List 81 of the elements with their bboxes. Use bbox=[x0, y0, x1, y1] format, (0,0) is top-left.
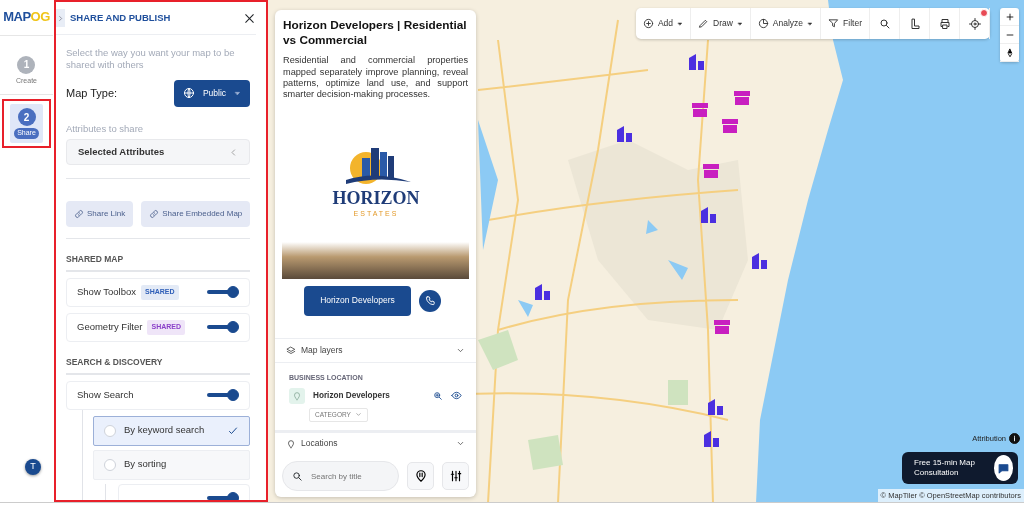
ruler-icon bbox=[908, 17, 921, 30]
attributes-label: Attributes to share bbox=[66, 122, 145, 136]
panel-title: SHARE AND PUBLISH bbox=[70, 10, 172, 25]
pencil-icon bbox=[698, 18, 709, 29]
store-marker[interactable] bbox=[714, 320, 730, 334]
share-button[interactable]: Share Embedded Map bbox=[141, 201, 251, 228]
pie-chart-icon bbox=[757, 18, 769, 29]
toggle-switch[interactable] bbox=[207, 286, 239, 299]
link-icon bbox=[149, 209, 160, 220]
toolbar-button[interactable]: Add bbox=[635, 8, 691, 39]
share-button[interactable]: Share Link bbox=[66, 201, 134, 228]
toggle-switch[interactable] bbox=[207, 389, 239, 402]
building-marker[interactable] bbox=[689, 54, 704, 70]
story-description: Residential and commercial properties mapped separately improve planning, reveal patterns, optimize land use, and support smarter decision-making processes. bbox=[283, 55, 468, 100]
building-marker[interactable] bbox=[617, 126, 632, 142]
sort-button[interactable] bbox=[407, 462, 434, 490]
pin-sort-icon bbox=[413, 469, 428, 483]
toolbar-button[interactable]: Draw bbox=[691, 8, 751, 39]
section-heading: SEARCH & DISCOVERY bbox=[66, 355, 250, 375]
zoom-in-icon bbox=[1004, 11, 1015, 22]
building-marker[interactable] bbox=[752, 253, 767, 269]
link-icon bbox=[74, 209, 84, 220]
call-button[interactable] bbox=[419, 289, 441, 312]
store-marker[interactable] bbox=[692, 103, 708, 117]
building-marker[interactable] bbox=[708, 399, 723, 415]
check-icon bbox=[227, 424, 239, 437]
store-marker[interactable] bbox=[703, 164, 719, 178]
logo-name: HORIZON bbox=[332, 187, 419, 208]
building-marker[interactable] bbox=[701, 207, 716, 223]
info-icon[interactable] bbox=[1009, 433, 1020, 445]
section-heading: SHARED MAP bbox=[66, 253, 250, 272]
consultation-text: Free 15-min Map Consultation bbox=[914, 458, 976, 478]
consultation-chip[interactable]: Free 15-min Map Consultation bbox=[902, 452, 1018, 484]
setting-label: Show Search bbox=[77, 387, 134, 402]
caret-icon bbox=[234, 89, 242, 97]
map-type-label: Map Type: bbox=[66, 85, 118, 101]
zoom-to-icon[interactable] bbox=[433, 390, 443, 401]
search-field[interactable]: Search by title bbox=[282, 461, 399, 491]
pin-icon bbox=[286, 438, 296, 449]
locate-icon bbox=[968, 17, 981, 30]
caret-icon bbox=[807, 20, 814, 27]
caret-icon bbox=[677, 20, 683, 27]
toggle-switch[interactable] bbox=[207, 321, 239, 334]
toolbar-button[interactable]: Filter bbox=[821, 8, 870, 39]
close-icon[interactable] bbox=[243, 11, 256, 25]
eye-icon[interactable] bbox=[451, 390, 462, 402]
search-option[interactable]: By keyword search bbox=[93, 415, 250, 446]
store-marker[interactable] bbox=[722, 119, 738, 133]
search-icon bbox=[292, 471, 303, 482]
search-icon bbox=[878, 17, 891, 30]
globe-icon bbox=[182, 87, 195, 100]
filter-settings-button[interactable] bbox=[442, 462, 469, 490]
chevron-down-icon bbox=[354, 411, 362, 419]
app-logo: MAPOG bbox=[3, 8, 50, 26]
chevron-left-icon bbox=[229, 147, 238, 157]
user-avatar[interactable]: T bbox=[25, 459, 41, 475]
building-marker[interactable] bbox=[535, 284, 550, 300]
developer-button[interactable]: Horizon Developers bbox=[304, 285, 411, 316]
building-marker[interactable] bbox=[704, 431, 719, 447]
intro-text: Select the way you want your map to be shared with others bbox=[66, 47, 236, 72]
print-icon bbox=[938, 17, 951, 30]
phone-icon bbox=[424, 295, 436, 307]
store-marker[interactable] bbox=[734, 91, 750, 105]
chevron-right-icon bbox=[57, 14, 64, 22]
layers-header[interactable]: Map layers bbox=[275, 337, 476, 364]
story-title: Horizon Developers | Residential vs Commercial bbox=[283, 18, 468, 48]
layer-name: Horizon Developers bbox=[313, 389, 390, 402]
setting-label: Show Toolbox bbox=[77, 285, 136, 300]
toolbar-button[interactable]: Analyze bbox=[750, 8, 822, 39]
sliders-icon bbox=[448, 469, 463, 483]
attributes-select[interactable]: Selected Attributes bbox=[66, 139, 250, 166]
layers-icon bbox=[286, 345, 296, 356]
add-icon bbox=[642, 18, 654, 29]
locations-header[interactable]: Locations bbox=[275, 429, 476, 455]
map-type-dropdown[interactable]: Public bbox=[174, 79, 250, 107]
caret-icon bbox=[736, 20, 743, 27]
chat-button[interactable] bbox=[993, 455, 1013, 481]
search-option[interactable]: By sorting bbox=[93, 449, 250, 480]
setting-label: Geometry Filter bbox=[77, 320, 143, 335]
chat-icon bbox=[996, 461, 1010, 475]
filter-icon bbox=[828, 18, 840, 29]
